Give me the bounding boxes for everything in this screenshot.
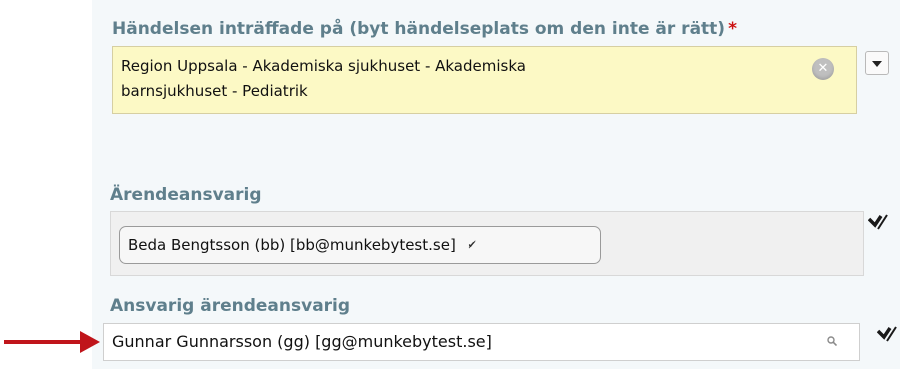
select-user-icon-svg	[867, 214, 888, 230]
clear-icon[interactable]: ✕	[812, 58, 834, 80]
case-owner-field[interactable]: Beda Bengtsson (bb) [bb@munkebytest.se] ✔…	[110, 211, 864, 276]
location-field[interactable]: Region Uppsala - Akademiska sjukhuset - …	[112, 46, 857, 114]
responsible-owner-label: Ansvarig ärendeansvarig	[110, 296, 351, 316]
search-icon[interactable]	[827, 336, 837, 346]
responsible-owner-value: Gunnar Gunnarsson (gg) [gg@munkebytest.s…	[112, 332, 492, 351]
responsible-owner-input[interactable]: Gunnar Gunnarsson (gg) [gg@munkebytest.s…	[103, 323, 860, 361]
location-label-text: Händelsen inträffade på (byt händelsepla…	[112, 19, 726, 39]
location-value: Region Uppsala - Akademiska sjukhuset - …	[121, 54, 721, 104]
location-value-line1: Region Uppsala - Akademiska sjukhuset - …	[121, 57, 526, 75]
chip-select-icon[interactable]: ✔̸	[468, 228, 476, 264]
select-user-icon[interactable]	[867, 213, 888, 236]
annotation-arrow-head	[80, 331, 100, 353]
required-marker: *	[728, 19, 737, 39]
location-value-line2: barnsjukhuset - Pediatrik	[121, 82, 308, 100]
responsible-select-user-icon[interactable]	[876, 325, 897, 348]
case-owner-chip-text: Beda Bengtsson (bb) [bb@munkebytest.se]	[128, 236, 456, 254]
location-dropdown-button[interactable]	[865, 51, 889, 75]
annotation-arrow-shaft	[4, 340, 84, 344]
case-owner-label: Ärendeansvarig	[110, 185, 262, 205]
responsible-select-user-icon-svg	[876, 326, 897, 342]
location-label: Händelsen inträffade på (byt händelsepla…	[112, 19, 737, 39]
case-owner-chip[interactable]: Beda Bengtsson (bb) [bb@munkebytest.se] ✔…	[119, 226, 601, 264]
chevron-down-icon	[872, 61, 882, 67]
